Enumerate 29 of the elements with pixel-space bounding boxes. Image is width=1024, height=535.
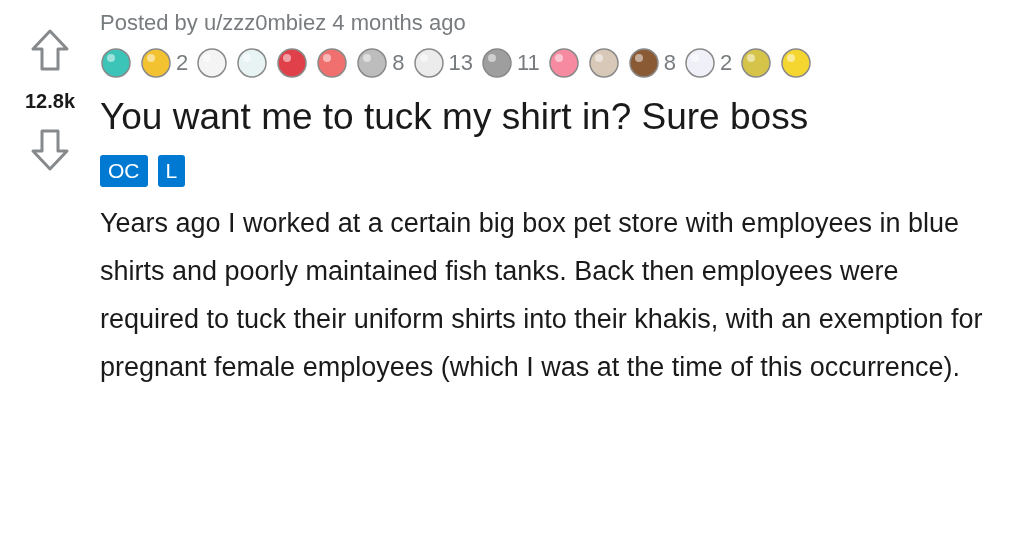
award-icon[interactable] <box>356 46 389 79</box>
vote-score: 12.8k <box>24 89 76 114</box>
post-body: Years ago I worked at a certain big box pet store with employees in blue shirts and poorly maintained fish tanks. Back then employees were required to tuck their uniform shirts into their khakis, with an exemption for pregnant female employees (which I was at the time of this occurrence). <box>100 207 984 384</box>
award-count: 2 <box>720 49 733 77</box>
award-icon[interactable] <box>316 46 349 79</box>
award-count: 11 <box>517 49 540 77</box>
award-icon[interactable] <box>547 46 580 79</box>
award-icon[interactable] <box>140 46 172 79</box>
award-icon[interactable] <box>236 46 269 79</box>
award-icon[interactable] <box>587 46 620 79</box>
award-count: 8 <box>663 49 677 77</box>
award-icon[interactable] <box>412 46 445 79</box>
award-icon[interactable] <box>780 46 813 79</box>
downvote-icon[interactable] <box>30 128 70 172</box>
award-count: 13 <box>448 49 473 77</box>
upvote-icon[interactable] <box>30 28 70 72</box>
post-meta: Posted by u/zzz0mbiez 4 months ago <box>100 9 467 37</box>
award-count: 2 <box>176 49 189 77</box>
award-icon[interactable] <box>684 46 717 79</box>
post-flair[interactable]: OC <box>100 155 148 187</box>
post-title: You want me to tuck my shirt in? Sure boss <box>100 95 810 139</box>
award-icon[interactable] <box>627 46 660 79</box>
award-icon[interactable] <box>740 46 773 79</box>
award-icon[interactable] <box>276 46 309 79</box>
award-count: 8 <box>392 49 405 77</box>
award-icon[interactable] <box>196 46 229 79</box>
award-icon[interactable] <box>481 46 513 79</box>
post-flair[interactable]: L <box>157 155 186 187</box>
award-icon[interactable] <box>100 46 132 79</box>
